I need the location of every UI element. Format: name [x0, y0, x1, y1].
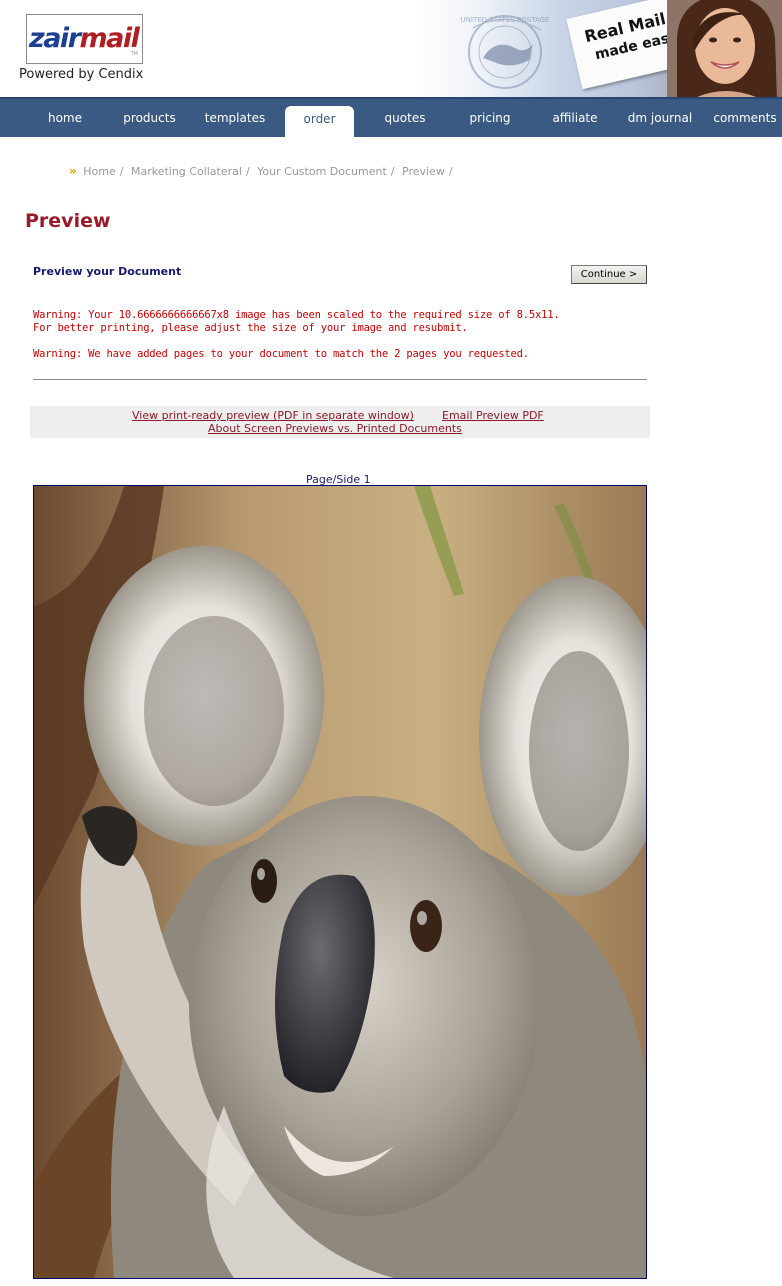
breadcrumb: » Home / Marketing Collateral / Your Custo… — [69, 164, 457, 178]
logo-part-mail: mail — [79, 23, 140, 54]
nav-comments[interactable]: comments — [708, 99, 782, 137]
nav-order[interactable]: order — [285, 106, 354, 139]
nav-templates[interactable]: templates — [197, 99, 273, 137]
trademark-mark: TM — [130, 51, 138, 57]
smiling-woman-photo — [667, 0, 782, 97]
breadcrumb-home[interactable]: Home — [83, 165, 115, 178]
nav-home[interactable]: home — [30, 99, 100, 137]
main-navigation: home products templates order quotes pri… — [0, 97, 782, 139]
warning-image-scaled: Warning: Your 10.6666666666667x8 image h… — [33, 309, 560, 321]
page-title: Preview — [25, 210, 111, 232]
breadcrumb-arrow-icon: » — [69, 164, 77, 178]
breadcrumb-separator: / — [390, 165, 395, 178]
breadcrumb-marketing-collateral[interactable]: Marketing Collateral — [131, 165, 242, 178]
koala-photo — [34, 486, 646, 1278]
zairmail-logo[interactable]: zairmail TM — [26, 14, 143, 64]
stamp-text: UNITED STATES POSTAGE — [461, 16, 550, 24]
logo-part-zair: zair — [29, 23, 81, 54]
breadcrumb-separator: / — [448, 165, 453, 178]
site-header: zairmail TM Powered by Cendix UNITED STA… — [0, 0, 782, 97]
nav-pricing[interactable]: pricing — [455, 99, 525, 137]
print-ready-preview-link[interactable]: View print-ready preview (PDF in separat… — [132, 409, 414, 422]
breadcrumb-your-custom-document[interactable]: Your Custom Document — [257, 165, 387, 178]
document-preview-frame — [33, 485, 647, 1279]
warning-resubmit-advice: For better printing, please adjust the s… — [33, 322, 468, 334]
breadcrumb-separator: / — [119, 165, 124, 178]
powered-by-tagline: Powered by Cendix — [19, 67, 144, 82]
continue-button[interactable]: Continue > — [571, 265, 647, 284]
divider — [33, 379, 647, 380]
header-banner: UNITED STATES POSTAGE Real Mail made eas… — [415, 0, 782, 97]
about-screen-previews-link[interactable]: About Screen Previews vs. Printed Docume… — [208, 422, 462, 435]
nav-dm-journal[interactable]: dm journal — [620, 99, 700, 137]
postage-stamp-graphic: UNITED STATES POSTAGE — [461, 15, 550, 89]
breadcrumb-preview[interactable]: Preview — [402, 165, 445, 178]
preview-subheading: Preview your Document — [33, 265, 182, 278]
preview-links-panel: View print-ready preview (PDF in separat… — [30, 406, 650, 438]
nav-quotes[interactable]: quotes — [370, 99, 440, 137]
logo-wordmark: zairmail — [29, 23, 140, 54]
breadcrumb-separator: / — [245, 165, 250, 178]
nav-products[interactable]: products — [112, 99, 187, 137]
nav-affiliate[interactable]: affiliate — [540, 99, 610, 137]
warning-pages-added: Warning: We have added pages to your doc… — [33, 348, 529, 360]
email-preview-pdf-link[interactable]: Email Preview PDF — [442, 409, 544, 422]
